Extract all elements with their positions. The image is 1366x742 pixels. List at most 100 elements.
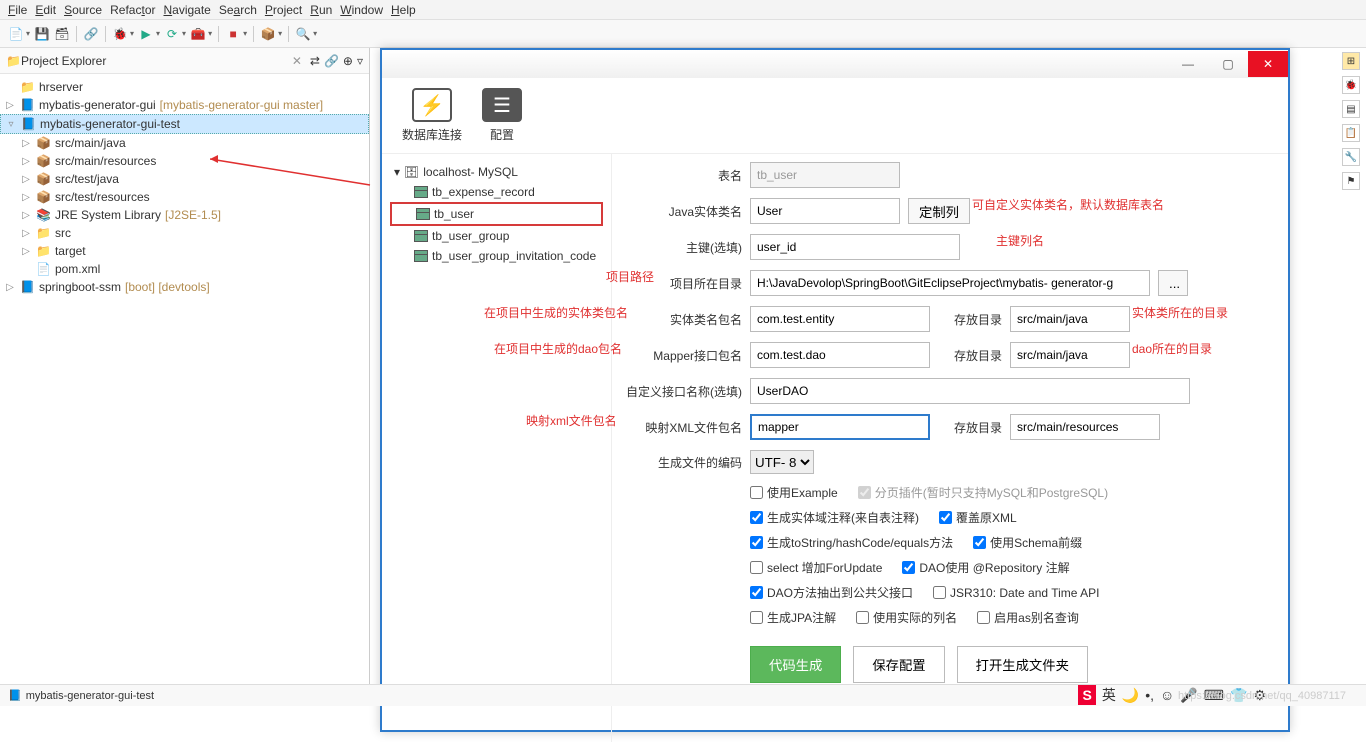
- mapper-pkg-input[interactable]: [750, 342, 930, 368]
- cb-jpa[interactable]: 生成JPA注解: [750, 609, 836, 626]
- minimize-button[interactable]: —: [1168, 51, 1208, 77]
- cb-use-example[interactable]: 使用Example: [750, 484, 838, 501]
- tree-item[interactable]: ▷📘springboot-ssm [boot] [devtools]: [0, 278, 369, 296]
- collapse-icon[interactable]: ⇄: [310, 54, 320, 68]
- tree-item[interactable]: ▷📦src/main/java: [0, 134, 369, 152]
- open-folder-button[interactable]: 打开生成文件夹: [957, 646, 1088, 683]
- entity-dir-input[interactable]: [1010, 306, 1130, 332]
- perspective-icon[interactable]: ⊞: [1342, 52, 1360, 70]
- close-view-icon[interactable]: ✕: [292, 54, 302, 68]
- moon-icon[interactable]: 🌙: [1122, 687, 1139, 704]
- generate-button[interactable]: 代码生成: [750, 646, 841, 683]
- stop-icon[interactable]: ■: [225, 26, 241, 42]
- right-gutter: ⊞ 🐞 ▤ 📋 🔧 ⚑: [1336, 48, 1366, 190]
- tree-item[interactable]: ▷📦src/main/resources: [0, 152, 369, 170]
- new-icon[interactable]: 📄: [8, 26, 24, 42]
- mapper-pkg-label: Mapper接口包名: [620, 347, 750, 364]
- config-button[interactable]: ☰ 配置: [482, 88, 522, 143]
- xml-dir-input[interactable]: [1010, 414, 1160, 440]
- tree-item[interactable]: ▷📁src: [0, 224, 369, 242]
- perspective-bug-icon[interactable]: 🐞: [1342, 76, 1360, 94]
- cb-gen-comment[interactable]: 生成实体域注释(来自表注释): [750, 509, 919, 526]
- cb-hash-eq[interactable]: 生成toString/hashCode/equals方法: [750, 534, 953, 551]
- folder-icon: 📁: [6, 54, 21, 68]
- view-menu-icon[interactable]: ▿: [357, 54, 363, 68]
- menu-refactor[interactable]: Refactor: [110, 3, 155, 17]
- search-icon[interactable]: 🔍: [295, 26, 311, 42]
- menu-search[interactable]: Search: [219, 3, 257, 17]
- db-table-item[interactable]: tb_user_group_invitation_code: [390, 246, 603, 266]
- db-table-item[interactable]: tb_expense_record: [390, 182, 603, 202]
- save-config-button[interactable]: 保存配置: [853, 646, 944, 683]
- cb-override-xml[interactable]: 覆盖原XML: [939, 509, 1017, 526]
- tree-item[interactable]: ▷📁target: [0, 242, 369, 260]
- custom-interface-input[interactable]: [750, 378, 1190, 404]
- menu-navigate[interactable]: Navigate: [163, 3, 210, 17]
- cb-alias[interactable]: 启用as别名查询: [977, 609, 1079, 626]
- open-type-icon[interactable]: 🔗: [83, 26, 99, 42]
- custom-columns-button[interactable]: 定制列: [908, 198, 970, 224]
- maximize-button[interactable]: ▢: [1208, 51, 1248, 77]
- task-icon[interactable]: 📋: [1342, 124, 1360, 142]
- db-root[interactable]: ▾ 🗄 localhost- MySQL: [390, 162, 603, 182]
- focus-icon[interactable]: ⊕: [343, 54, 353, 68]
- saveall-icon[interactable]: 🗃: [54, 26, 70, 42]
- browse-button[interactable]: ...: [1158, 270, 1188, 296]
- db-connection-button[interactable]: ⚡ 数据库连接: [402, 88, 462, 143]
- run-last-icon[interactable]: ⟳: [164, 26, 180, 42]
- tree-item[interactable]: ▷📚JRE System Library [J2SE-1.5]: [0, 206, 369, 224]
- cb-real-col[interactable]: 使用实际的列名: [856, 609, 957, 626]
- tree-item[interactable]: 📄pom.xml: [0, 260, 369, 278]
- cb-schema-prefix[interactable]: 使用Schema前缀: [973, 534, 1082, 551]
- cb-select-forupdate[interactable]: select 增加ForUpdate: [750, 559, 882, 576]
- save-icon[interactable]: 💾: [34, 26, 50, 42]
- annot-entity-dir: 实体类所在的目录: [1132, 304, 1228, 321]
- xml-pkg-input[interactable]: [750, 414, 930, 440]
- debug-icon[interactable]: 🐞: [112, 26, 128, 42]
- main-toolbar: 📄▾ 💾 🗃 🔗 🐞▾ ▶▾ ⟳▾ 🧰▾ ■▾ 📦▾ 🔍▾: [0, 20, 1366, 48]
- expand-icon[interactable]: ▾: [394, 165, 400, 179]
- project-tree[interactable]: 📁hrserver▷📘mybatis-generator-gui [mybati…: [0, 74, 369, 706]
- smile-icon[interactable]: ☺: [1160, 687, 1174, 703]
- dialog-titlebar: — ▢ ✕: [382, 50, 1288, 78]
- build-icon[interactable]: 🔧: [1342, 148, 1360, 166]
- ime-icon[interactable]: S: [1078, 685, 1095, 705]
- db-table-item[interactable]: tb_user_group: [390, 226, 603, 246]
- tree-item[interactable]: ▷📦src/test/resources: [0, 188, 369, 206]
- menu-file[interactable]: File: [8, 3, 27, 17]
- entity-pkg-input[interactable]: [750, 306, 930, 332]
- cb-dao-repo[interactable]: DAO使用 @Repository 注解: [902, 559, 1069, 576]
- lang-icon[interactable]: 英: [1102, 685, 1116, 705]
- menu-run[interactable]: Run: [310, 3, 332, 17]
- project-path-input[interactable]: [750, 270, 1150, 296]
- outline-icon[interactable]: ▤: [1342, 100, 1360, 118]
- generator-dialog: — ▢ ✕ ⚡ 数据库连接 ☰ 配置 ▾ 🗄: [380, 48, 1290, 732]
- mapper-dir-input[interactable]: [1010, 342, 1130, 368]
- menu-edit[interactable]: Edit: [35, 3, 56, 17]
- tree-item[interactable]: ▿📘mybatis-generator-gui-test: [0, 114, 369, 134]
- tree-item[interactable]: ▷📘mybatis-generator-gui [mybatis-generat…: [0, 96, 369, 114]
- menu-bar: File Edit Source Refactor Navigate Searc…: [0, 0, 1366, 20]
- menu-window[interactable]: Window: [340, 3, 383, 17]
- run-icon[interactable]: ▶: [138, 26, 154, 42]
- cb-dao-parent[interactable]: DAO方法抽出到公共父接口: [750, 584, 913, 601]
- close-button[interactable]: ✕: [1248, 51, 1288, 77]
- db-table-item[interactable]: tb_user: [390, 202, 603, 226]
- pk-input[interactable]: [750, 234, 960, 260]
- tree-item[interactable]: 📁hrserver: [0, 78, 369, 96]
- link-editor-icon[interactable]: 🔗: [324, 54, 339, 68]
- entity-dir-label: 存放目录: [930, 311, 1010, 328]
- encoding-select[interactable]: UTF- 8: [750, 450, 814, 474]
- db-tree[interactable]: ▾ 🗄 localhost- MySQL tb_expense_recordtb…: [382, 154, 612, 742]
- tree-item[interactable]: ▷📦src/test/java: [0, 170, 369, 188]
- markers-icon[interactable]: ⚑: [1342, 172, 1360, 190]
- entity-name-input[interactable]: [750, 198, 900, 224]
- new-pkg-icon[interactable]: 📦: [260, 26, 276, 42]
- ext-tools-icon[interactable]: 🧰: [190, 26, 206, 42]
- dot-icon[interactable]: •,: [1145, 687, 1154, 703]
- menu-source[interactable]: Source: [64, 3, 102, 17]
- cb-jsr310[interactable]: JSR310: Date and Time API: [933, 586, 1099, 600]
- menu-help[interactable]: Help: [391, 3, 416, 17]
- menu-project[interactable]: Project: [265, 3, 302, 17]
- annot-entity-pkg: 在项目中生成的实体类包名: [484, 304, 628, 321]
